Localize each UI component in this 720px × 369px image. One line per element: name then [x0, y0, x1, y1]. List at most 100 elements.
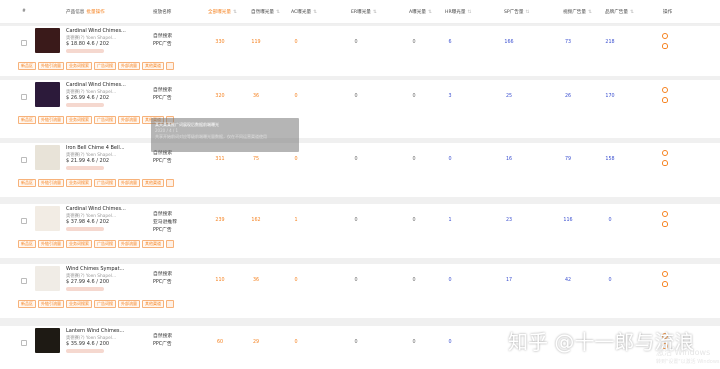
row-checkbox[interactable] — [21, 94, 27, 100]
channel-tag[interactable]: 外链引流量 — [38, 300, 64, 308]
search-icon[interactable] — [662, 211, 668, 217]
channel-tag[interactable]: 业务词搜索 — [66, 62, 92, 70]
metric-value[interactable]: 0 — [341, 94, 371, 99]
metric-value[interactable]: 158 — [595, 157, 625, 162]
more-tags-icon[interactable] — [166, 179, 174, 187]
metric-value[interactable]: 0 — [435, 278, 465, 283]
channel-tag[interactable]: 业务词搜索 — [66, 240, 92, 248]
search-icon[interactable] — [662, 87, 668, 93]
col-ac[interactable]: AC曝光量 ⇅ — [291, 9, 317, 15]
metric-value[interactable]: 0 — [399, 218, 429, 223]
metric-value[interactable]: 0 — [341, 340, 371, 345]
row-checkbox[interactable] — [21, 340, 27, 346]
product-name[interactable]: Cardinal Wind Chimes... — [66, 206, 126, 212]
channel-tag[interactable]: 新品区 — [18, 300, 36, 308]
search-icon[interactable] — [662, 271, 668, 277]
metric-value[interactable]: 0 — [341, 278, 371, 283]
heart-icon[interactable] — [662, 281, 668, 287]
col-brand[interactable]: 品牌广告量 ⇅ — [605, 9, 634, 15]
metric-value[interactable]: 0 — [341, 40, 371, 45]
metric-value[interactable]: 25 — [494, 94, 524, 99]
row-checkbox[interactable] — [21, 218, 27, 224]
heart-icon[interactable] — [662, 160, 668, 166]
metric-value[interactable]: 311 — [205, 157, 235, 162]
product-thumbnail[interactable] — [35, 328, 60, 353]
metric-value[interactable]: 73 — [553, 40, 583, 45]
search-icon[interactable] — [662, 33, 668, 39]
metric-value[interactable]: 0 — [399, 94, 429, 99]
metric-value[interactable]: 0 — [595, 278, 625, 283]
metric-value[interactable]: 170 — [595, 94, 625, 99]
batch-op-link[interactable]: 批量操作 — [86, 10, 104, 15]
product-name[interactable]: Lantern Wind Chimes... — [66, 328, 124, 334]
metric-value[interactable]: 6 — [435, 40, 465, 45]
metric-value[interactable]: 110 — [205, 278, 235, 283]
metric-value[interactable]: 0 — [281, 340, 311, 345]
channel-tag[interactable]: 广告词搜 — [94, 62, 116, 70]
metric-value[interactable]: 320 — [205, 94, 235, 99]
product-thumbnail[interactable] — [35, 145, 60, 170]
channel-tag[interactable]: 其他渠道 — [142, 240, 164, 248]
channel-tag[interactable]: 外链引流量 — [38, 62, 64, 70]
metric-value[interactable]: 60 — [205, 340, 235, 345]
metric-value[interactable]: 0 — [399, 40, 429, 45]
channel-tag[interactable]: 其他渠道 — [142, 300, 164, 308]
metric-value[interactable]: 239 — [205, 218, 235, 223]
sort-icon[interactable]: ⇅ — [373, 10, 377, 15]
channel-tag[interactable]: 外部流量 — [118, 116, 140, 124]
more-tags-icon[interactable] — [166, 62, 174, 70]
channel-tag[interactable]: 外部流量 — [118, 179, 140, 187]
sort-icon[interactable]: ⇅ — [525, 10, 529, 15]
heart-icon[interactable] — [662, 221, 668, 227]
product-thumbnail[interactable] — [35, 28, 60, 53]
product-name[interactable]: Wind Chimes Sympat... — [66, 266, 124, 272]
sort-icon[interactable]: ⇅ — [313, 10, 317, 15]
metric-value[interactable]: 330 — [205, 40, 235, 45]
more-tags-icon[interactable] — [166, 300, 174, 308]
more-tags-icon[interactable] — [166, 240, 174, 248]
metric-value[interactable]: 0 — [341, 157, 371, 162]
metric-value[interactable]: 16 — [494, 157, 524, 162]
channel-tag[interactable]: 业务词搜索 — [66, 116, 92, 124]
metric-value[interactable]: 0 — [435, 157, 465, 162]
col-hr[interactable]: HR曝光量 ⇅ — [445, 9, 471, 15]
channel-tag[interactable]: 外部流量 — [118, 62, 140, 70]
channel-tag[interactable]: 新品区 — [18, 116, 36, 124]
search-icon[interactable] — [662, 150, 668, 156]
metric-value[interactable]: 0 — [399, 157, 429, 162]
product-name[interactable]: Iron Bell Chime 4 Bell... — [66, 145, 125, 151]
channel-tag[interactable]: 其他渠道 — [142, 179, 164, 187]
metric-value[interactable]: 3 — [435, 94, 465, 99]
col-natural[interactable]: 自然曝光量 ⇅ — [251, 9, 280, 15]
metric-value[interactable]: 29 — [241, 340, 271, 345]
channel-tag[interactable]: 新品区 — [18, 240, 36, 248]
sort-icon[interactable]: ⇅ — [233, 10, 237, 15]
metric-value[interactable]: 0 — [435, 340, 465, 345]
metric-value[interactable]: 1 — [281, 218, 311, 223]
product-thumbnail[interactable] — [35, 82, 60, 107]
metric-value[interactable]: 119 — [241, 40, 271, 45]
col-sp[interactable]: SP广告量 ⇅ — [504, 9, 529, 15]
metric-value[interactable]: 42 — [553, 278, 583, 283]
metric-value[interactable]: 0 — [341, 218, 371, 223]
metric-value[interactable]: 116 — [553, 218, 583, 223]
metric-value[interactable]: 0 — [281, 157, 311, 162]
product-name[interactable]: Cardinal Wind Chimes... — [66, 82, 126, 88]
metric-value[interactable]: 162 — [241, 218, 271, 223]
row-checkbox[interactable] — [21, 278, 27, 284]
channel-tag[interactable]: 外链引流量 — [38, 116, 64, 124]
channel-tag[interactable]: 外链引流量 — [38, 240, 64, 248]
metric-value[interactable]: 23 — [494, 218, 524, 223]
metric-value[interactable]: 79 — [553, 157, 583, 162]
sort-icon[interactable]: ⇅ — [630, 10, 634, 15]
sort-icon[interactable]: ⇅ — [428, 10, 432, 15]
product-thumbnail[interactable] — [35, 266, 60, 291]
sort-icon[interactable]: ⇅ — [276, 10, 280, 15]
metric-value[interactable]: 0 — [281, 94, 311, 99]
channel-tag[interactable]: 外链引流量 — [38, 179, 64, 187]
metric-value[interactable]: 166 — [494, 40, 524, 45]
product-thumbnail[interactable] — [35, 206, 60, 231]
sort-icon[interactable]: ⇅ — [467, 10, 471, 15]
channel-tag[interactable]: 外部流量 — [118, 300, 140, 308]
row-checkbox[interactable] — [21, 157, 27, 163]
